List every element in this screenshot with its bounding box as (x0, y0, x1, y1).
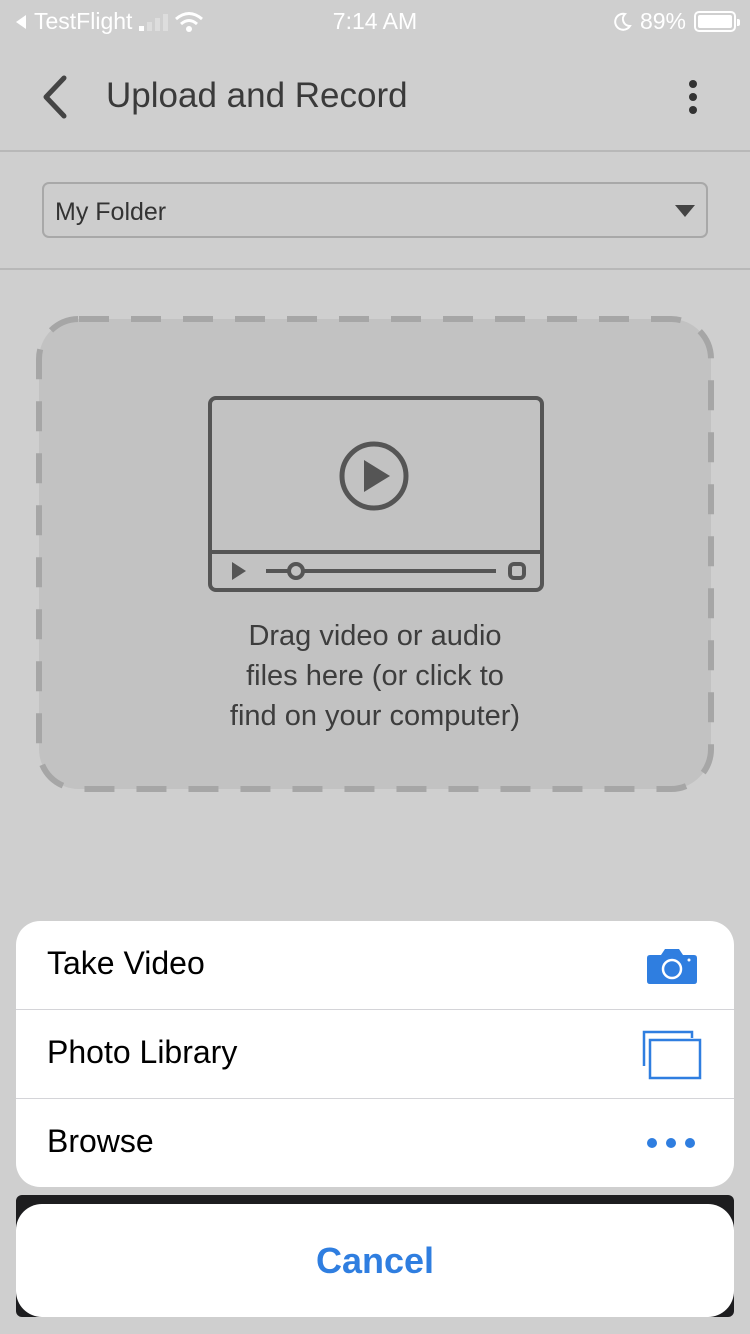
more-vertical-icon (689, 80, 697, 114)
battery-icon (694, 11, 740, 32)
caret-down-icon (675, 205, 695, 217)
status-right: 89% (612, 8, 740, 35)
dropzone-line: find on your computer) (229, 700, 521, 732)
take-video-option[interactable]: Take Video (16, 921, 734, 1010)
folder-select-value: My Folder (55, 198, 167, 226)
folder-area: My Folder (0, 152, 750, 270)
nav-bar: Upload and Record (0, 40, 750, 152)
page-title: Upload and Record (106, 76, 408, 115)
photo-library-label: Photo Library (47, 1034, 238, 1070)
dropzone-line: Drag video or audio (248, 620, 502, 652)
cancel-label: Cancel (315, 1240, 435, 1281)
more-options-button[interactable] (678, 78, 708, 118)
upload-dropzone[interactable]: Drag video or audio files here (or click… (36, 316, 714, 792)
dropzone-line: files here (or click to (246, 660, 504, 692)
browse-label: Browse (47, 1123, 154, 1159)
dropzone-instructions: Drag video or audio files here (or click… (36, 616, 714, 736)
folder-select[interactable]: My Folder (42, 182, 708, 238)
battery-percent: 89% (639, 8, 686, 34)
camera-icon (647, 949, 697, 984)
action-sheet: Take Video Photo Library Browse (16, 921, 734, 1187)
photo-library-option[interactable]: Photo Library (16, 1010, 734, 1099)
photo-library-icon (642, 1030, 702, 1080)
browse-option[interactable]: Browse (16, 1099, 734, 1187)
do-not-disturb-moon-icon (614, 12, 632, 31)
cancel-button[interactable]: Cancel (16, 1204, 734, 1317)
more-horizontal-icon (647, 1138, 695, 1148)
back-button[interactable] (36, 74, 76, 120)
chevron-left-icon (43, 75, 67, 119)
video-player-icon (208, 396, 544, 592)
status-bar: TestFlight 7:14 AM 89% (0, 0, 750, 40)
take-video-label: Take Video (47, 945, 205, 981)
